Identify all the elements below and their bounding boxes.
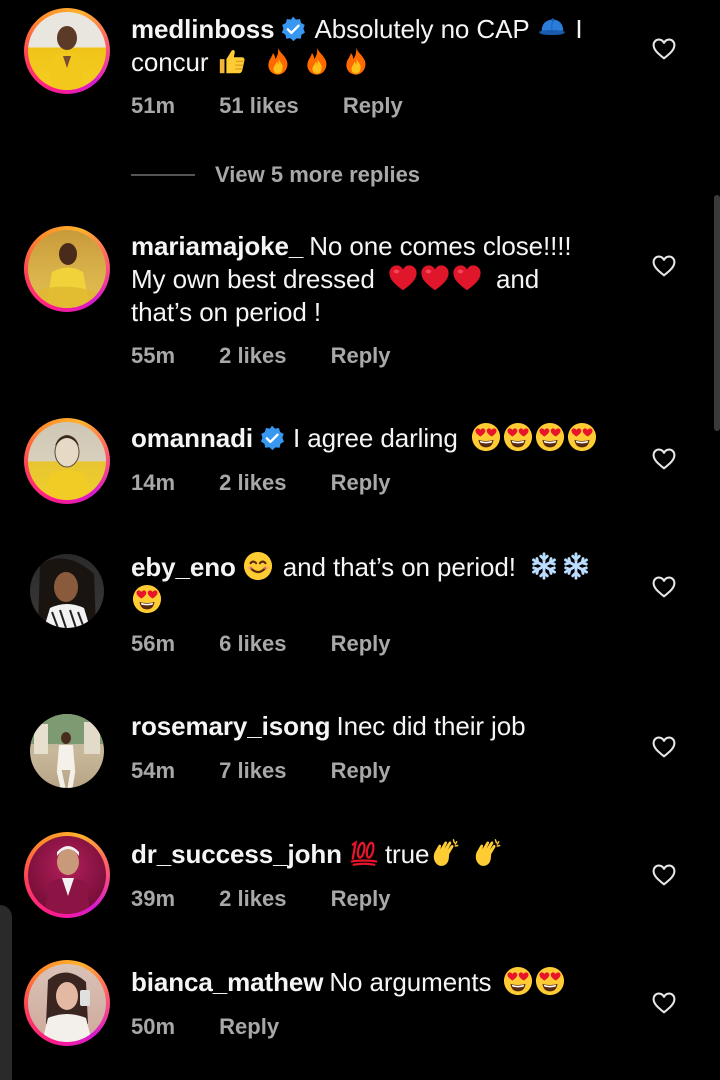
heart-eyes-emoji <box>503 966 533 996</box>
cap-emoji <box>537 13 567 43</box>
heart-outline-icon[interactable] <box>652 864 676 886</box>
timestamp: 50m <box>131 1014 176 1039</box>
comment-text: dr_success_john true <box>131 838 631 871</box>
view-more-replies-button[interactable]: View 5 more replies <box>131 160 420 190</box>
comment-text: rosemary_isong Inec did their job <box>131 711 526 741</box>
clapping-hands-emoji <box>472 838 502 868</box>
reply-button[interactable]: Reply <box>331 631 391 656</box>
username[interactable]: rosemary_isong <box>131 711 331 741</box>
heart-outline-icon[interactable] <box>652 255 676 277</box>
heart-outline-icon[interactable] <box>652 576 676 598</box>
comment-text: medlinboss Absolutely no CAP I concur <box>131 13 583 77</box>
reply-button[interactable]: Reply <box>331 470 391 495</box>
scrollbar[interactable] <box>714 195 720 431</box>
smiling-emoji <box>243 551 273 581</box>
username[interactable]: eby_eno <box>131 552 236 582</box>
likes-count[interactable]: 6 likes <box>219 631 286 656</box>
comment-meta: 50m Reply <box>131 1014 317 1040</box>
likes-count[interactable]: 2 likes <box>219 343 286 368</box>
heart-eyes-emoji <box>503 422 533 452</box>
avatar[interactable] <box>30 714 104 788</box>
reply-button[interactable]: Reply <box>331 886 391 911</box>
comment-meta: 56m 6 likes Reply <box>131 631 429 657</box>
comment-text: mariamajoke_ No one comes close!!!! My ow… <box>131 231 572 327</box>
thumbs-up-emoji <box>217 46 247 76</box>
verified-badge-icon <box>280 16 306 42</box>
reply-button[interactable]: Reply <box>331 343 391 368</box>
hundred-points-emoji <box>349 838 379 868</box>
comment-meta: 55m 2 likes Reply <box>131 343 429 369</box>
timestamp: 56m <box>131 631 176 656</box>
reply-button[interactable]: Reply <box>331 758 391 783</box>
avatar[interactable] <box>24 226 110 312</box>
timestamp: 55m <box>131 343 176 368</box>
heart-eyes-emoji <box>471 422 501 452</box>
comment-text: omannadi I agree darling <box>131 422 631 455</box>
timestamp: 54m <box>131 758 176 783</box>
avatar[interactable] <box>24 960 110 1046</box>
timestamp: 14m <box>131 470 176 495</box>
comment-meta: 39m 2 likes Reply <box>131 886 429 912</box>
divider <box>131 174 195 176</box>
comment-meta: 14m 2 likes Reply <box>131 470 429 496</box>
username[interactable]: medlinboss <box>131 14 275 44</box>
avatar[interactable] <box>24 418 110 504</box>
heart-eyes-emoji <box>535 422 565 452</box>
red-heart-emoji <box>388 263 418 293</box>
username[interactable]: mariamajoke_ <box>131 231 303 261</box>
comment-text: bianca_mathew No arguments <box>131 966 631 999</box>
comment-text: eby_eno and that’s on period! <box>131 551 631 617</box>
likes-count[interactable]: 7 likes <box>219 758 286 783</box>
red-heart-emoji <box>420 263 450 293</box>
comment-meta: 54m 7 likes Reply <box>131 758 429 784</box>
red-heart-emoji <box>452 263 482 293</box>
verified-badge-icon <box>259 425 285 451</box>
heart-outline-icon[interactable] <box>652 448 676 470</box>
avatar[interactable] <box>30 554 104 628</box>
reply-button[interactable]: Reply <box>343 93 403 118</box>
clapping-hands-emoji <box>430 838 460 868</box>
username[interactable]: bianca_mathew <box>131 967 323 997</box>
username[interactable]: dr_success_john <box>131 839 342 869</box>
snowflake-emoji <box>561 551 591 581</box>
fire-emoji <box>263 46 293 76</box>
snowflake-emoji <box>529 551 559 581</box>
likes-count[interactable]: 51 likes <box>219 93 299 118</box>
heart-eyes-emoji <box>535 966 565 996</box>
reply-button[interactable]: Reply <box>219 1014 279 1039</box>
heart-eyes-emoji <box>132 584 162 614</box>
comment-meta: 51m 51 likes Reply <box>131 93 441 119</box>
fire-emoji <box>302 46 332 76</box>
fire-emoji <box>341 46 371 76</box>
heart-outline-icon[interactable] <box>652 992 676 1014</box>
username[interactable]: omannadi <box>131 423 253 453</box>
timestamp: 39m <box>131 886 176 911</box>
heart-outline-icon[interactable] <box>652 736 676 758</box>
timestamp: 51m <box>131 93 176 118</box>
edge-handle <box>0 905 12 1080</box>
avatar[interactable] <box>24 832 110 918</box>
avatar[interactable] <box>24 8 110 94</box>
heart-eyes-emoji <box>567 422 597 452</box>
likes-count[interactable]: 2 likes <box>219 470 286 495</box>
heart-outline-icon[interactable] <box>652 38 676 60</box>
likes-count[interactable]: 2 likes <box>219 886 286 911</box>
